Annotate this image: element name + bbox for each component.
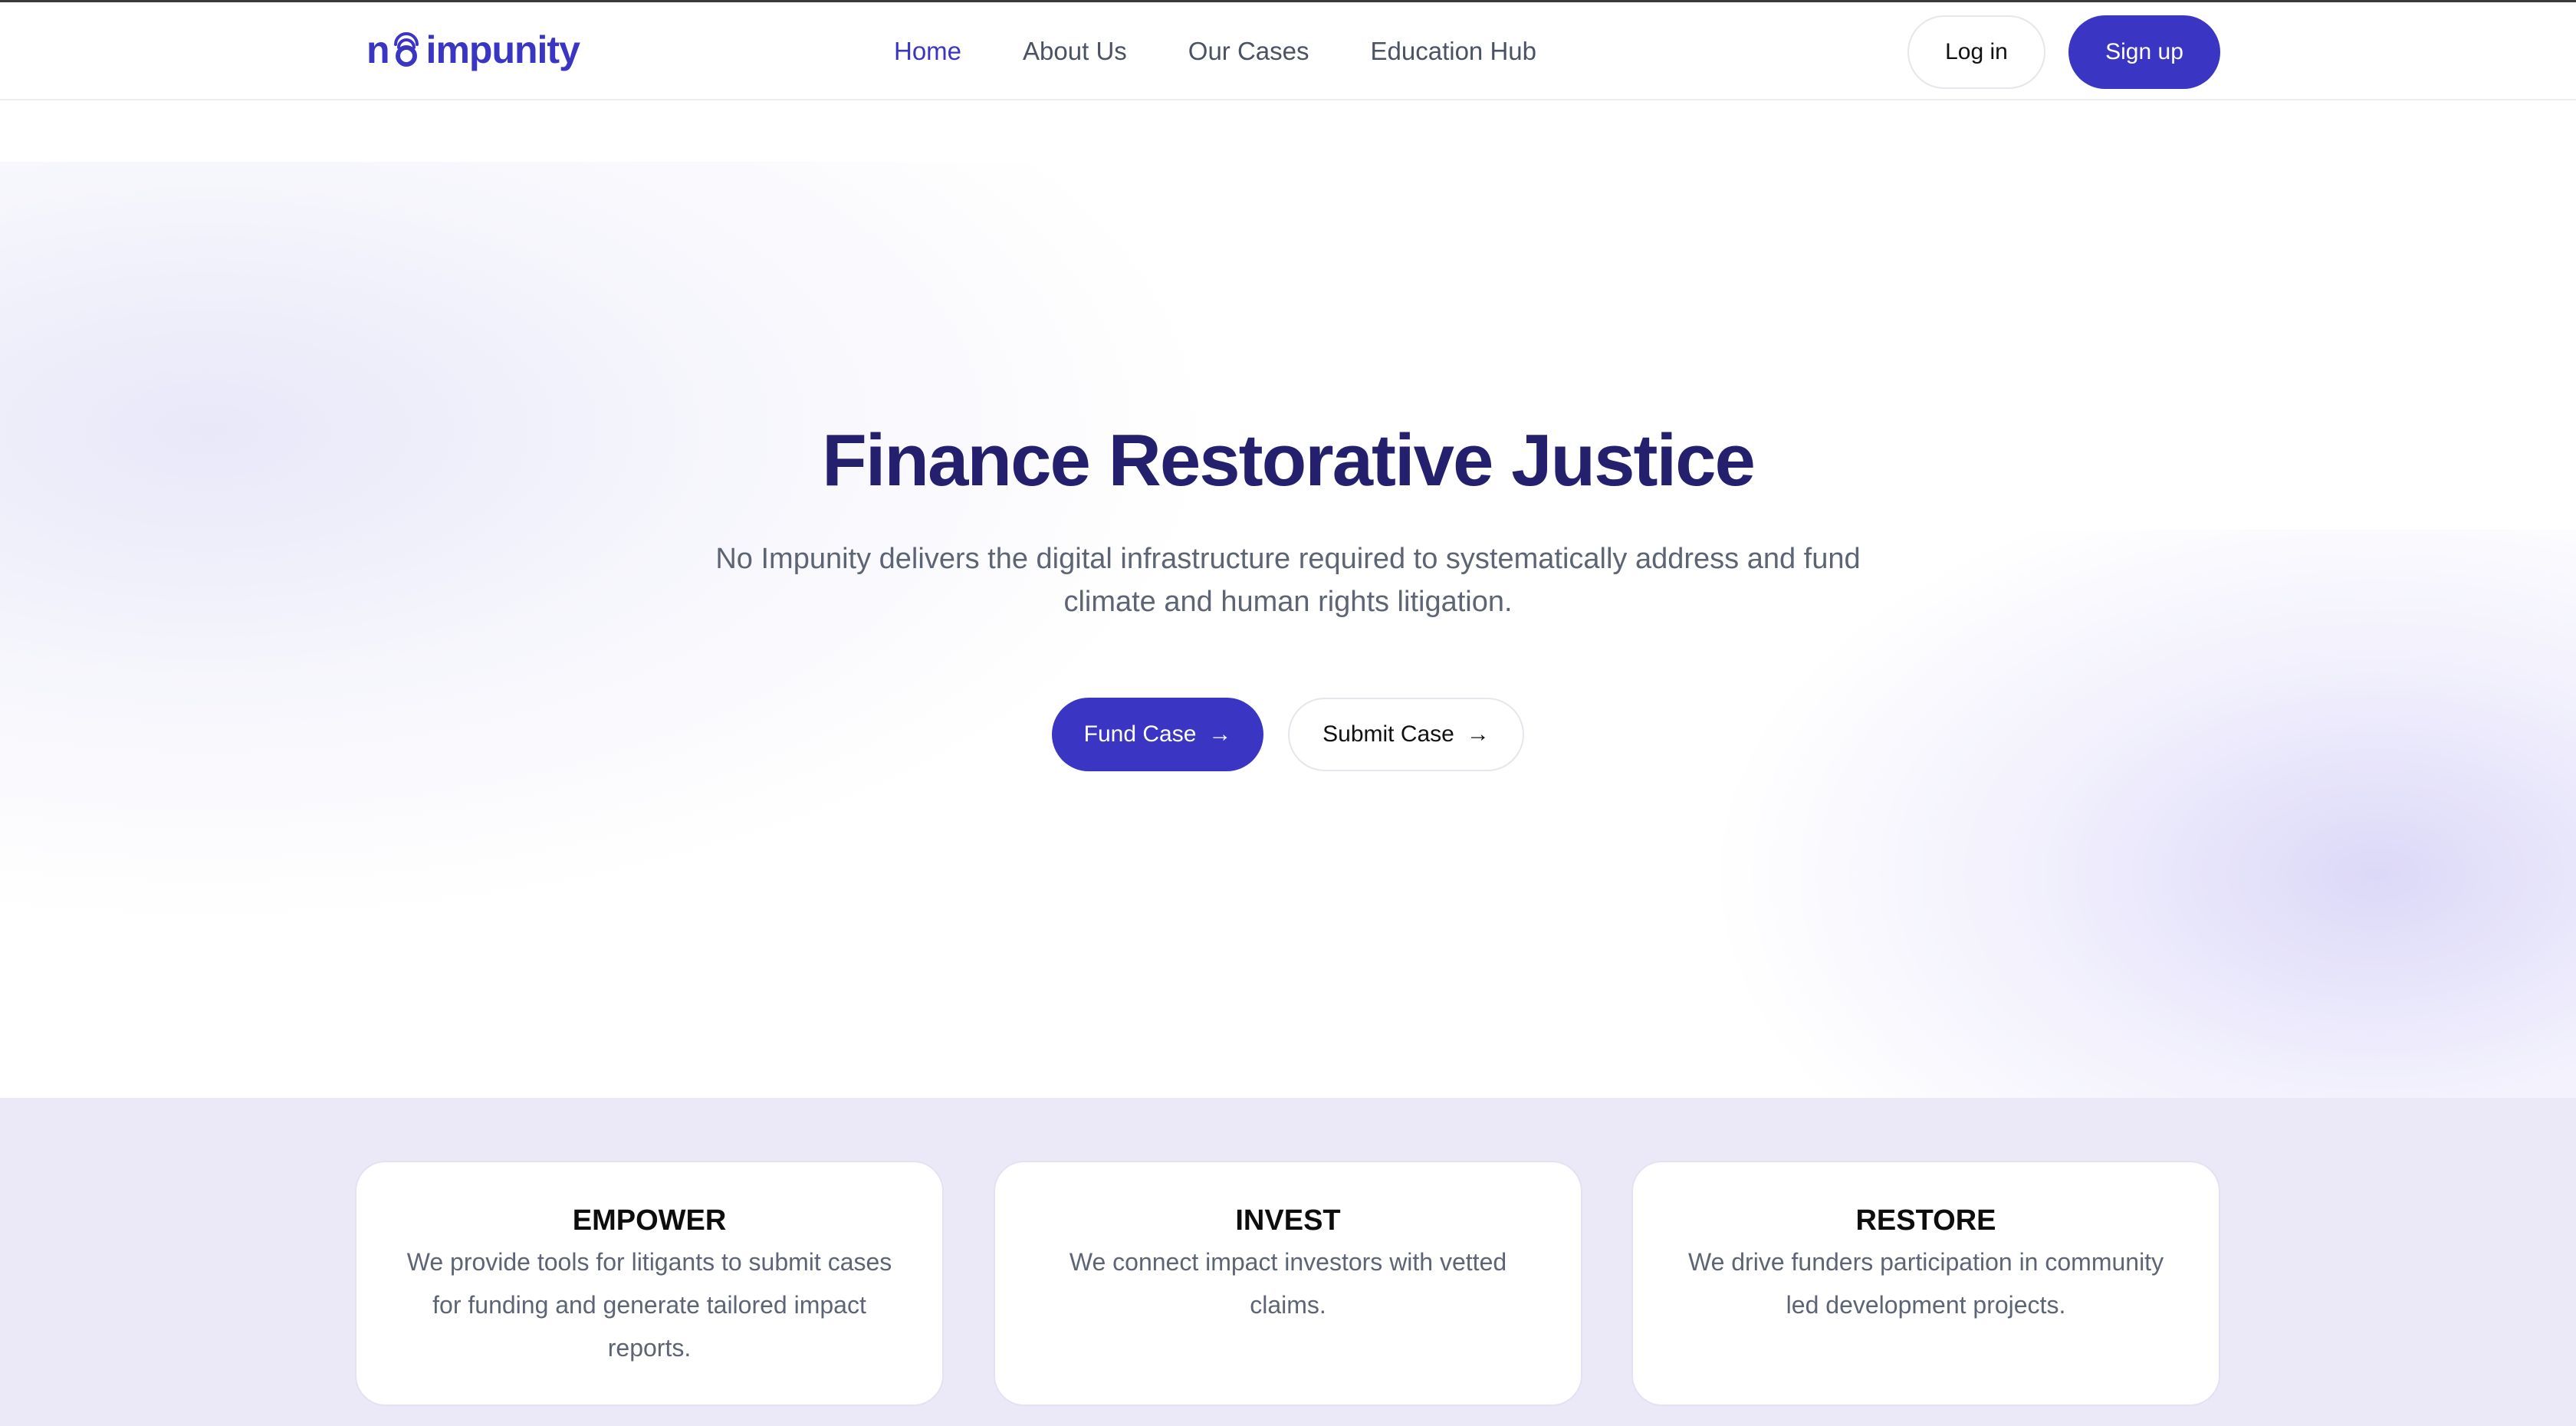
hero-subtitle: No Impunity delivers the digital infrast… — [715, 543, 1861, 618]
nav-education-hub[interactable]: Education Hub — [1371, 37, 1536, 66]
feature-card-restore: RESTORE We drive funders participation i… — [1631, 1161, 2220, 1406]
submit-case-label: Submit Case — [1322, 721, 1454, 747]
navbar: n impunity Home About Us Our Cases Educa… — [0, 2, 2576, 100]
feature-card-text: We drive funders participation in commun… — [1687, 1248, 2164, 1319]
login-button[interactable]: Log in — [1907, 15, 2045, 89]
signup-button[interactable]: Sign up — [2068, 15, 2220, 89]
signup-button-label: Sign up — [2105, 39, 2183, 64]
nav-about-us[interactable]: About Us — [1023, 37, 1127, 66]
feature-card-invest: INVEST We connect impact investors with … — [994, 1161, 1582, 1406]
arrow-right-icon: → — [1466, 721, 1490, 747]
logo-wordmark: impunity — [426, 28, 580, 71]
feature-card-text: We provide tools for litigants to submit… — [406, 1248, 892, 1362]
arrow-right-icon: → — [1208, 721, 1232, 747]
feature-card-title: INVEST — [1235, 1204, 1341, 1237]
logo-mark-icon — [393, 32, 419, 67]
hero-title: Finance Restorative Justice — [822, 419, 1756, 501]
logo-prefix: n — [366, 28, 390, 71]
feature-card-empower: EMPOWER We provide tools for litigants t… — [355, 1161, 944, 1406]
main-nav: Home About Us Our Cases Education Hub — [894, 2, 1598, 100]
fund-case-button[interactable]: Fund Case → — [1052, 698, 1263, 771]
nav-home[interactable]: Home — [894, 37, 961, 66]
logo[interactable]: n impunity — [366, 25, 580, 74]
nav-our-cases[interactable]: Our Cases — [1188, 37, 1309, 66]
login-button-label: Log in — [1945, 39, 2008, 64]
fund-case-label: Fund Case — [1083, 721, 1197, 747]
feature-card-title: RESTORE — [1855, 1204, 1996, 1237]
feature-card-text: We connect impact investors with vetted … — [1069, 1248, 1507, 1319]
hero-section: Finance Restorative Justice No Impunity … — [0, 100, 2576, 1098]
features-section: EMPOWER We provide tools for litigants t… — [0, 1098, 2576, 1426]
submit-case-button[interactable]: Submit Case → — [1288, 698, 1524, 771]
feature-card-title: EMPOWER — [572, 1204, 727, 1237]
